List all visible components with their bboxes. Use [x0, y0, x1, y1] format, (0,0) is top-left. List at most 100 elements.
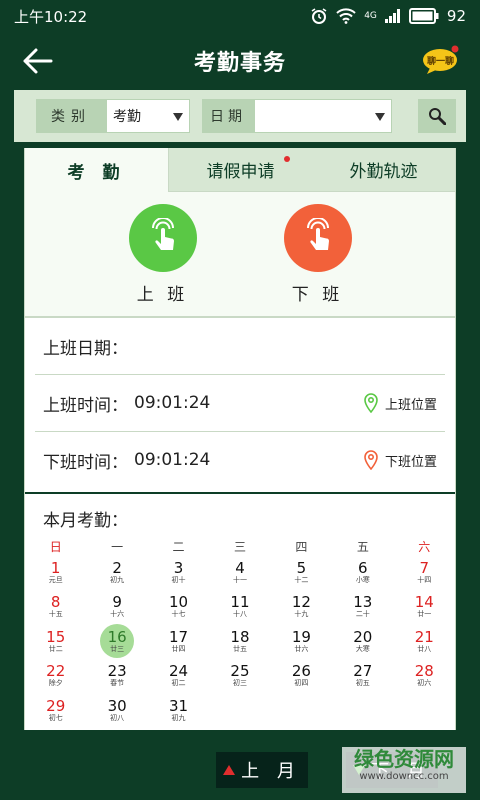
calendar-cell: 16 廿三	[86, 624, 147, 659]
calendar-day[interactable]: 27 初五	[346, 659, 380, 693]
lunar-date: 廿三	[110, 644, 125, 653]
calendar-day[interactable]: 4 十一	[223, 555, 257, 589]
calendar-day-today[interactable]: 16 廿三	[100, 624, 135, 659]
checkout-location-link[interactable]: 下班位置	[363, 450, 437, 470]
calendar-day[interactable]: 17 廿四	[162, 624, 196, 658]
day-number: 5	[296, 558, 307, 577]
weekday-label: 日	[49, 539, 62, 554]
check-in-circle[interactable]	[128, 204, 197, 272]
check-in-button[interactable]: 上 班	[128, 204, 197, 316]
checkin-location-label: 上班位置	[384, 397, 437, 413]
calendar-cell: 24 初二	[148, 659, 209, 694]
calendar-cell: 8 十五	[25, 590, 86, 625]
lunar-date: 廿一	[417, 610, 432, 619]
calendar-day[interactable]: 12 十九	[284, 590, 318, 624]
check-out-button[interactable]: 下 班	[283, 204, 352, 316]
calendar-cell	[394, 693, 455, 728]
calendar-day[interactable]: 25 初三	[223, 659, 257, 693]
checkout-time-label: 下班时间：	[43, 452, 128, 473]
calendar-cell: 20 大寒	[332, 624, 393, 659]
calendar-day[interactable]: 18 廿五	[223, 624, 257, 658]
calendar-day[interactable]: 19 廿六	[284, 624, 318, 658]
calendar-day[interactable]: 20 大寒	[346, 624, 380, 658]
lunar-date: 春节	[110, 679, 125, 688]
tab-attendance[interactable]: 考 勤	[25, 148, 169, 192]
calendar-cell: 23 春节	[86, 659, 147, 694]
calendar-day[interactable]: 30 初八	[100, 693, 134, 727]
calendar-day[interactable]: 6 小寒	[346, 555, 380, 589]
status-bar: 上午10:22 4G 92	[0, 0, 480, 32]
calendar-cell: 22 除夕	[25, 659, 86, 694]
chevron-down-icon	[173, 113, 183, 121]
lunar-date: 廿五	[232, 644, 247, 653]
day-number: 31	[169, 696, 189, 715]
calendar-week-row: 1 元旦 2 初九 3 初十 4 十一 5 十二 6 小寒 7 十四	[25, 555, 455, 590]
calendar-day[interactable]: 14 廿一	[407, 590, 441, 624]
tab-field-track[interactable]: 外勤轨迹	[312, 148, 455, 192]
chevron-down-icon	[375, 113, 385, 121]
day-number: 22	[46, 662, 66, 681]
day-number: 12	[291, 593, 311, 612]
day-number: 29	[46, 696, 66, 715]
back-arrow-icon[interactable]	[22, 46, 54, 76]
day-number: 28	[414, 662, 434, 681]
calendar-day[interactable]: 2 初九	[100, 555, 134, 589]
calendar-day[interactable]: 15 廿二	[39, 624, 73, 658]
date-select[interactable]	[254, 99, 392, 133]
calendar-day[interactable]: 29 初七	[39, 693, 73, 727]
checkin-row: 上班时间： 09:01:24 上班位置	[25, 375, 455, 431]
lunar-date: 除夕	[48, 679, 63, 688]
tab-label: 外勤轨迹	[349, 162, 418, 182]
day-number: 8	[50, 593, 61, 612]
calendar-body: 1 元旦 2 初九 3 初十 4 十一 5 十二 6 小寒 7 十四 8 十五 9 十六 10 十七 11 十八 12 十九 1…	[25, 555, 455, 728]
prev-month-button[interactable]: 上 月	[216, 752, 308, 788]
calendar-day[interactable]: 23 春节	[100, 659, 134, 693]
notification-dot	[284, 156, 290, 162]
search-icon	[429, 108, 446, 125]
lunar-date: 初六	[417, 679, 432, 688]
calendar-day[interactable]: 10 十七	[162, 590, 196, 624]
day-number: 27	[353, 662, 373, 681]
page-title: 考勤事务	[193, 51, 286, 76]
calendar-day[interactable]: 22 除夕	[39, 659, 73, 693]
calendar-cell: 15 廿二	[25, 624, 86, 659]
calendar-day[interactable]: 9 十六	[100, 590, 134, 624]
calendar-day[interactable]: 24 初二	[162, 659, 196, 693]
calendar-day[interactable]: 7 十四	[407, 555, 441, 589]
checkin-location-link[interactable]: 上班位置	[363, 393, 437, 413]
lunar-date: 二十	[355, 610, 370, 619]
lunar-date: 十九	[294, 610, 309, 619]
lunar-date: 十五	[48, 610, 63, 619]
calendar-day[interactable]: 21 廿八	[407, 624, 441, 658]
calendar-cell	[271, 693, 332, 728]
calendar-day[interactable]: 5 十二	[284, 555, 318, 589]
calendar-day[interactable]: 11 十八	[223, 590, 257, 624]
calendar-day[interactable]: 3 初十	[162, 555, 196, 589]
calendar-day[interactable]: 13 二十	[346, 590, 380, 624]
category-select[interactable]: 考勤	[106, 99, 190, 133]
checkin-date-label: 上班日期：	[43, 338, 128, 359]
calendar-day[interactable]: 31 初九	[162, 693, 196, 727]
date-row: 上班日期：	[25, 318, 455, 374]
search-button[interactable]	[418, 99, 456, 133]
calendar-cell: 18 廿五	[209, 624, 270, 659]
calendar-cell: 21 廿八	[394, 624, 455, 659]
chat-button[interactable]: 聊一聊	[422, 44, 460, 76]
calendar-day[interactable]: 1 元旦	[39, 555, 73, 589]
day-number: 14	[414, 593, 434, 612]
checkout-row: 下班时间： 09:01:24 下班位置	[25, 432, 455, 488]
calendar-cell: 7 十四	[394, 555, 455, 590]
punch-area: 上 班 下 班	[25, 192, 455, 316]
calendar-day[interactable]: 26 初四	[284, 659, 318, 693]
calendar-day[interactable]: 8 十五	[39, 590, 73, 624]
tab-leave-request[interactable]: 请假申请	[169, 148, 312, 192]
tap-hand-icon	[306, 218, 329, 250]
tab-bar: 考 勤 请假申请 外勤轨迹	[25, 148, 455, 192]
weekday-label: 四	[295, 539, 308, 554]
calendar-day[interactable]: 28 初六	[407, 659, 441, 693]
day-number: 23	[107, 662, 127, 681]
calendar-cell: 26 初四	[271, 659, 332, 694]
lunar-date: 初三	[232, 679, 247, 688]
check-out-circle[interactable]	[283, 204, 352, 272]
battery-level: 92	[446, 7, 466, 25]
